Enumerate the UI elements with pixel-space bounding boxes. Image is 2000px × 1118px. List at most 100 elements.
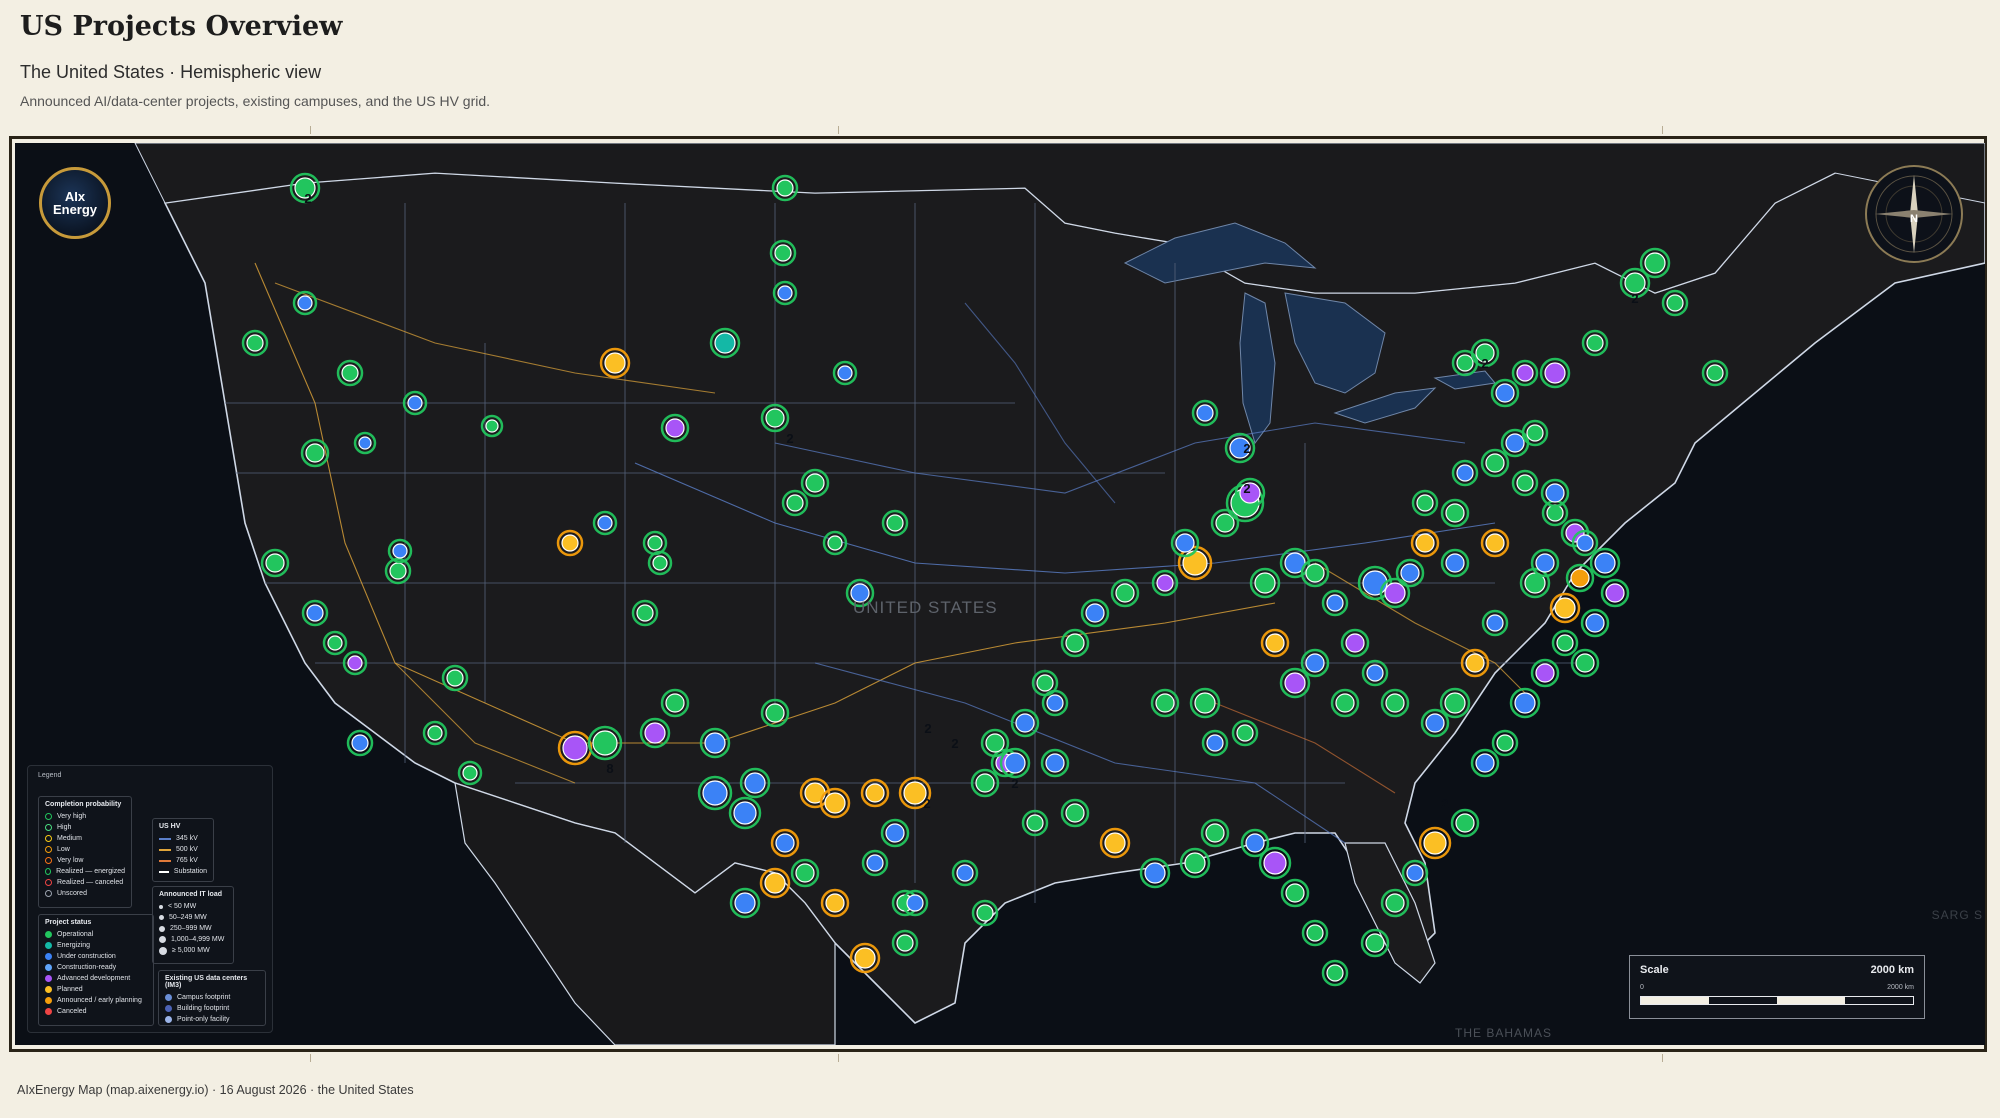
project-marker[interactable] [1425, 713, 1445, 733]
project-marker[interactable] [704, 732, 726, 754]
project-marker[interactable] [1400, 563, 1420, 583]
project-marker[interactable] [1644, 252, 1666, 274]
project-marker[interactable] [734, 892, 756, 914]
project-marker[interactable] [485, 419, 499, 433]
project-marker[interactable] [358, 436, 372, 450]
project-marker[interactable] [1666, 294, 1684, 312]
project-marker[interactable] [1285, 883, 1305, 903]
project-marker[interactable] [1306, 924, 1324, 942]
project-marker[interactable] [1455, 813, 1475, 833]
project-marker[interactable] [1423, 831, 1447, 855]
project-marker[interactable] [1206, 734, 1224, 752]
project-marker[interactable] [389, 562, 407, 580]
project-marker[interactable] [1445, 553, 1465, 573]
project-marker[interactable] [765, 703, 785, 723]
project-marker[interactable] [1585, 613, 1605, 633]
project-marker[interactable] [906, 894, 924, 912]
project-marker[interactable] [462, 765, 478, 781]
project-marker[interactable] [1004, 752, 1026, 774]
project-marker[interactable] [776, 179, 794, 197]
project-marker[interactable] [1570, 568, 1590, 588]
project-marker[interactable] [246, 334, 264, 352]
project-marker[interactable] [805, 473, 825, 493]
project-marker[interactable] [865, 783, 885, 803]
project-marker[interactable] [886, 514, 904, 532]
project-marker[interactable] [866, 854, 884, 872]
project-marker[interactable] [1194, 692, 1216, 714]
project-marker[interactable] [347, 655, 363, 671]
project-marker[interactable] [665, 693, 685, 713]
project-marker[interactable] [1486, 614, 1504, 632]
project-marker[interactable] [592, 730, 618, 756]
project-marker[interactable] [1526, 424, 1544, 442]
project-marker[interactable] [795, 863, 815, 883]
project-marker[interactable] [1065, 633, 1085, 653]
project-marker[interactable] [1175, 533, 1195, 553]
project-marker[interactable] [1362, 570, 1388, 596]
project-marker[interactable] [1045, 753, 1065, 773]
project-marker[interactable] [896, 934, 914, 952]
project-marker[interactable] [1516, 474, 1534, 492]
project-marker[interactable] [1144, 862, 1166, 884]
project-marker[interactable] [1576, 534, 1594, 552]
project-marker[interactable] [597, 515, 613, 531]
project-marker[interactable] [714, 332, 736, 354]
project-marker[interactable] [1456, 354, 1474, 372]
project-marker[interactable] [1184, 852, 1206, 874]
project-marker[interactable] [1406, 864, 1424, 882]
project-marker[interactable] [1263, 851, 1287, 875]
project-marker[interactable] [604, 352, 626, 374]
project-marker[interactable] [1516, 364, 1534, 382]
project-marker[interactable] [1485, 453, 1505, 473]
project-marker[interactable] [1085, 603, 1105, 623]
project-marker[interactable] [351, 734, 369, 752]
project-marker[interactable] [1415, 533, 1435, 553]
project-marker[interactable] [1015, 713, 1035, 733]
project-marker[interactable] [1156, 574, 1174, 592]
project-marker[interactable] [1026, 814, 1044, 832]
project-marker[interactable] [837, 365, 853, 381]
project-marker[interactable] [765, 408, 785, 428]
project-marker[interactable] [1505, 433, 1525, 453]
project-marker[interactable] [733, 801, 757, 825]
project-marker[interactable] [985, 733, 1005, 753]
project-marker[interactable] [1445, 503, 1465, 523]
project-marker[interactable] [1305, 653, 1325, 673]
project-marker[interactable] [1385, 693, 1405, 713]
project-marker[interactable] [647, 535, 663, 551]
project-marker[interactable] [702, 780, 728, 806]
project-marker[interactable] [1326, 594, 1344, 612]
project-marker[interactable] [1594, 552, 1616, 574]
project-marker[interactable] [265, 553, 285, 573]
project-marker[interactable] [1485, 533, 1505, 553]
project-marker[interactable] [1416, 494, 1434, 512]
project-marker[interactable] [1115, 583, 1135, 603]
project-marker[interactable] [1495, 383, 1515, 403]
project-marker[interactable] [341, 364, 359, 382]
project-marker[interactable] [1385, 893, 1405, 913]
project-marker[interactable] [1556, 634, 1574, 652]
project-marker[interactable] [1544, 362, 1566, 384]
project-marker[interactable] [824, 792, 846, 814]
project-marker[interactable] [1065, 803, 1085, 823]
project-marker[interactable] [1535, 553, 1555, 573]
project-marker[interactable] [1254, 572, 1276, 594]
project-marker[interactable] [1706, 364, 1724, 382]
project-marker[interactable] [976, 904, 994, 922]
project-marker[interactable] [1265, 633, 1285, 653]
project-marker[interactable] [644, 722, 666, 744]
project-marker[interactable] [786, 494, 804, 512]
project-marker[interactable] [1305, 563, 1325, 583]
project-marker[interactable] [1345, 633, 1365, 653]
project-marker[interactable] [562, 735, 588, 761]
project-marker[interactable] [854, 947, 876, 969]
map-canvas[interactable]: 222222222228 AIx Energy N UNITED STATES … [15, 143, 1985, 1045]
project-marker[interactable] [956, 864, 974, 882]
project-marker[interactable] [1624, 272, 1646, 294]
project-marker[interactable] [774, 244, 792, 262]
project-marker[interactable] [1444, 692, 1466, 714]
map-svg[interactable]: 2 2 2 2 2 2 2 2 2 2 2 8 [15, 143, 1985, 1045]
project-marker[interactable] [827, 535, 843, 551]
project-marker[interactable] [1236, 724, 1254, 742]
project-marker[interactable] [1456, 464, 1474, 482]
